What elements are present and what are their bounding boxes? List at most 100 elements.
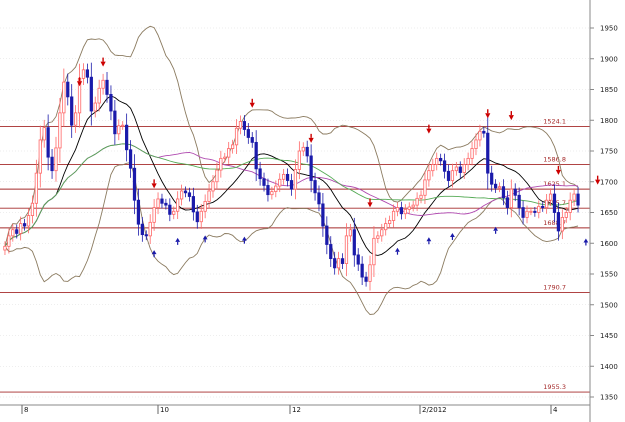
y-tick-label: 1450 — [600, 332, 618, 340]
candle-body — [442, 160, 447, 172]
sr-line-label: 1955.3 — [543, 383, 566, 391]
candle-body — [501, 186, 506, 199]
candle-body — [517, 194, 521, 208]
candle-body — [234, 127, 239, 146]
y-tick-label: 1500 — [600, 301, 618, 309]
candle-body — [117, 125, 121, 135]
candle-body — [144, 234, 148, 237]
y-tick-label: 1400 — [600, 363, 618, 371]
candle-body — [46, 127, 50, 158]
candle-body — [419, 194, 423, 199]
x-tick-label: 10 — [160, 406, 169, 414]
candle-body — [552, 193, 557, 213]
candle-body — [50, 156, 54, 172]
y-tick-label: 1550 — [600, 271, 618, 279]
candle-body — [164, 202, 168, 206]
candle-body — [572, 193, 576, 201]
candle-body — [125, 124, 129, 151]
candle-body — [266, 185, 270, 196]
candle-body — [372, 237, 376, 266]
candle-body — [62, 81, 66, 114]
candle-body — [285, 173, 290, 181]
x-tick-label: 4 — [553, 406, 558, 414]
candle-body — [446, 170, 451, 181]
candle-body — [395, 207, 400, 212]
candle-body — [521, 207, 525, 218]
candle-body — [388, 220, 392, 224]
candlestick-chart-svg: 1524.11586.81625.11655.71688.71790.71955… — [0, 0, 625, 422]
candle-body — [336, 258, 341, 269]
candle-body — [380, 229, 384, 237]
x-tick-label: 12 — [292, 406, 301, 414]
y-tick-label: 1950 — [600, 25, 618, 33]
sr-line-label: 1524.1 — [543, 117, 566, 125]
candle-body — [317, 192, 321, 205]
candle-body — [509, 188, 513, 208]
candle-body — [529, 210, 533, 213]
candle-body — [66, 81, 70, 98]
candle-body — [250, 137, 254, 143]
candle-body — [231, 144, 235, 149]
candle-body — [258, 168, 262, 180]
candle-body — [545, 199, 549, 208]
candle-body — [211, 181, 215, 192]
candle-body — [556, 212, 561, 232]
y-tick-label: 1900 — [600, 55, 618, 63]
y-tick-label: 1650 — [600, 209, 618, 217]
y-tick-label: 1850 — [600, 86, 618, 94]
candle-body — [352, 229, 356, 256]
candle-body — [15, 229, 19, 234]
candle-body — [262, 178, 266, 186]
candle-body — [325, 225, 329, 245]
candle-body — [497, 186, 502, 189]
candle-body — [34, 172, 38, 204]
candle-body — [81, 69, 86, 79]
candle-body — [58, 112, 62, 149]
candle-body — [242, 121, 247, 130]
y-tick-label: 1700 — [600, 178, 618, 186]
candle-body — [403, 209, 407, 215]
candle-body — [340, 258, 345, 264]
candle-body — [160, 198, 164, 204]
candle-body — [525, 210, 529, 218]
candle-body — [85, 69, 90, 78]
candle-body — [282, 173, 286, 180]
candle-body — [109, 94, 113, 112]
candle-body — [101, 79, 105, 89]
candle-body — [513, 188, 517, 196]
candle-body — [391, 210, 396, 221]
candle-body — [11, 229, 15, 237]
candle-body — [199, 210, 203, 223]
candle-body — [364, 276, 368, 282]
candle-body — [289, 180, 294, 190]
candle-body — [70, 96, 74, 126]
candle-body — [254, 141, 258, 170]
candle-body — [7, 235, 11, 247]
candle-body — [54, 147, 58, 172]
candle-body — [93, 102, 97, 112]
candle-body — [407, 206, 411, 210]
candle-body — [415, 197, 419, 206]
candle-body — [309, 155, 313, 181]
candle-body — [128, 149, 133, 169]
candle-body — [148, 221, 152, 237]
candle-body — [278, 178, 282, 187]
candle-body — [462, 164, 466, 173]
y-tick-label: 1600 — [600, 240, 618, 248]
candle-body — [431, 164, 435, 172]
candle-body — [321, 203, 325, 227]
candle-body — [313, 180, 317, 194]
candle-body — [219, 157, 223, 171]
candle-body — [505, 197, 510, 208]
candle-body — [576, 193, 580, 206]
candle-body — [356, 254, 360, 265]
y-tick-label: 1350 — [600, 394, 618, 402]
candle-body — [344, 235, 349, 264]
x-tick-label: 2/2012 — [422, 406, 447, 414]
candle-body — [152, 207, 156, 223]
candle-body — [493, 183, 498, 189]
candle-body — [140, 223, 144, 236]
sr-line-label: 1790.7 — [543, 283, 566, 291]
candle-body — [156, 198, 160, 208]
candle-body — [227, 148, 231, 158]
